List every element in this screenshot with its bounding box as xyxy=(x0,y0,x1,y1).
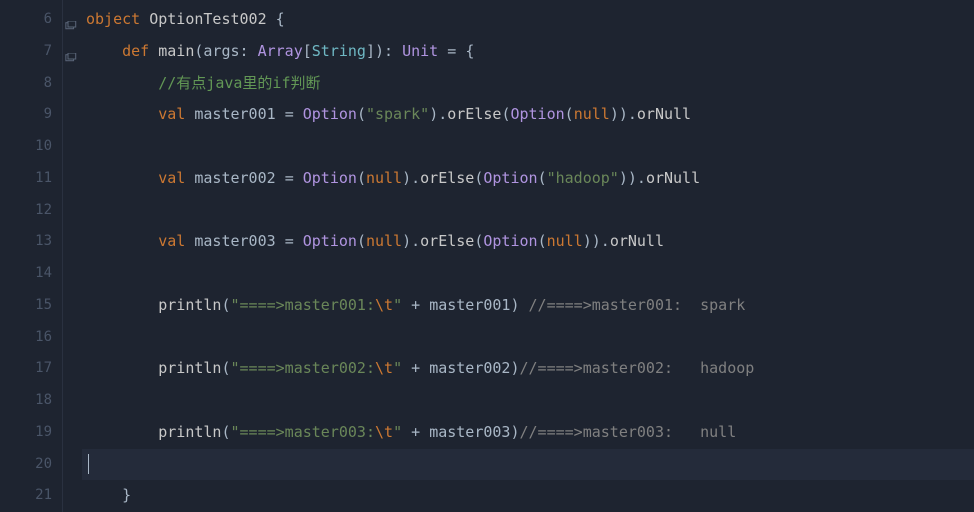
code-line[interactable]: println("====>master002:\t" + master002)… xyxy=(82,353,974,385)
line-number: 19 xyxy=(0,417,60,449)
code-line[interactable]: object OptionTest002 { xyxy=(82,4,974,36)
code-line[interactable] xyxy=(82,258,974,290)
line-number: 12 xyxy=(0,195,60,227)
code-line[interactable] xyxy=(82,195,974,227)
line-number: 10 xyxy=(0,131,60,163)
line-number: 6 xyxy=(0,4,60,36)
line-number: 13 xyxy=(0,226,60,258)
line-number: 7 xyxy=(0,36,60,68)
current-line-highlight xyxy=(82,449,974,481)
code-line[interactable]: println("====>master001:\t" + master001)… xyxy=(82,290,974,322)
line-number: 21 xyxy=(0,480,60,512)
code-line[interactable]: println("====>master003:\t" + master003)… xyxy=(82,417,974,449)
code-line[interactable] xyxy=(82,385,974,417)
code-line[interactable]: //有点java里的if判断 xyxy=(82,68,974,100)
line-number: 8 xyxy=(0,68,60,100)
line-number: 11 xyxy=(0,163,60,195)
code-line[interactable]: val master003 = Option(null).orElse(Opti… xyxy=(82,226,974,258)
line-number: 15 xyxy=(0,290,60,322)
line-number: 17 xyxy=(0,353,60,385)
code-line[interactable] xyxy=(82,131,974,163)
line-number: 14 xyxy=(0,258,60,290)
code-editor[interactable]: 6 7 8 9 10 11 12 13 14 15 16 17 18 19 20… xyxy=(0,0,974,512)
line-number: 16 xyxy=(0,322,60,354)
line-number: 18 xyxy=(0,385,60,417)
line-gutter: 6 7 8 9 10 11 12 13 14 15 16 17 18 19 20… xyxy=(0,0,60,512)
indent-guides xyxy=(60,0,82,512)
line-number: 9 xyxy=(0,99,60,131)
code-area[interactable]: object OptionTest002 { def main(args: Ar… xyxy=(82,0,974,512)
code-line[interactable]: def main(args: Array[String]): Unit = { xyxy=(82,36,974,68)
code-line[interactable]: } xyxy=(82,480,974,512)
code-line[interactable]: val master001 = Option("spark").orElse(O… xyxy=(82,99,974,131)
code-line[interactable]: val master002 = Option(null).orElse(Opti… xyxy=(82,163,974,195)
line-number: 20 xyxy=(0,449,60,481)
code-line[interactable] xyxy=(82,322,974,354)
text-caret xyxy=(88,454,89,474)
